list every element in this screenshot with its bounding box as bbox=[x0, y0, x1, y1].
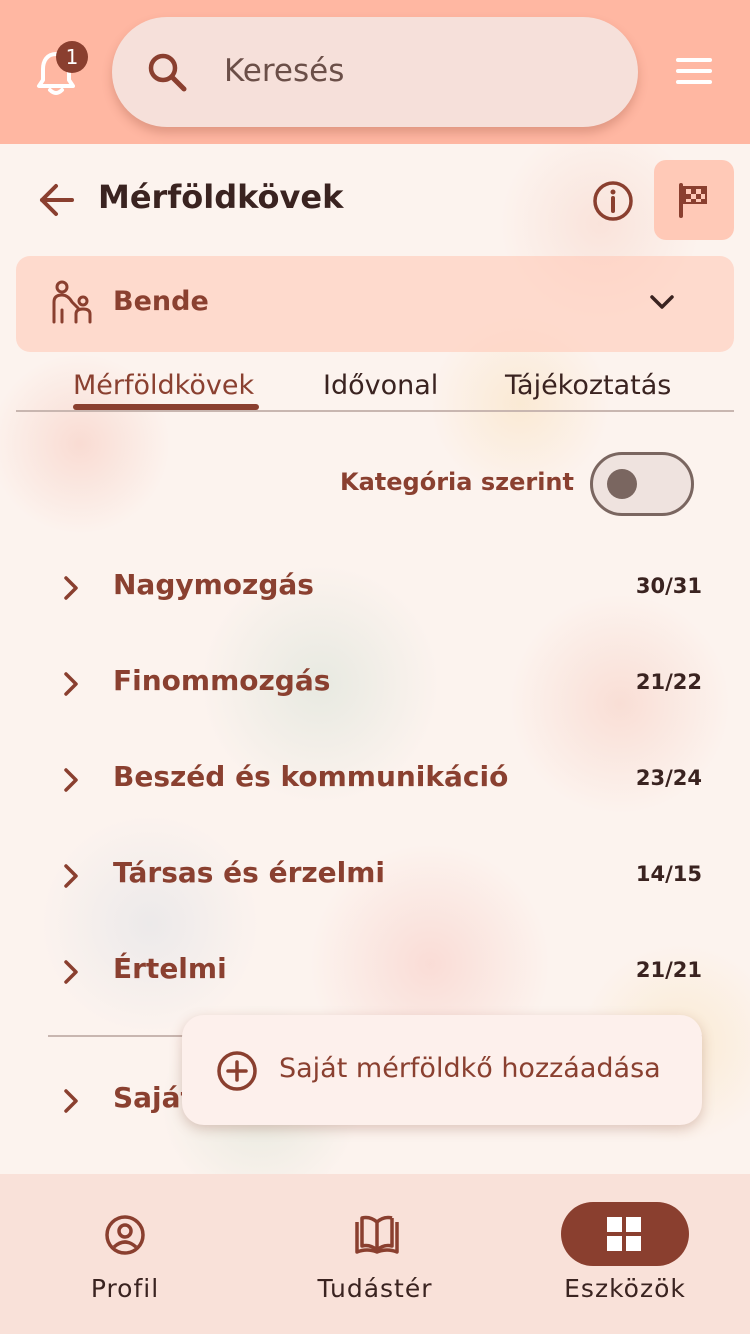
nav-tools-label: Eszközök bbox=[564, 1274, 686, 1303]
checkered-flag-icon bbox=[679, 183, 707, 218]
search-icon bbox=[148, 53, 187, 92]
book-icon bbox=[355, 1215, 399, 1254]
tab-timeline[interactable]: Idővonal bbox=[323, 370, 438, 401]
hamburger-menu-icon[interactable] bbox=[676, 58, 712, 86]
category-count: 21/21 bbox=[635, 958, 702, 982]
flag-button[interactable] bbox=[654, 160, 734, 240]
tab-milestones[interactable]: Mérföldkövek bbox=[73, 370, 254, 401]
add-own-milestone-button[interactable]: Saját mérföldkő hozzáadása bbox=[182, 1015, 702, 1125]
category-row-nagymozgas[interactable]: Nagymozgás 30/31 bbox=[50, 558, 704, 618]
nav-profile-label: Profil bbox=[90, 1274, 160, 1303]
child-selector-dropdown[interactable]: Bende bbox=[16, 256, 734, 352]
category-count: 21/22 bbox=[635, 670, 702, 694]
chevron-right-icon bbox=[64, 672, 78, 696]
page-title: Mérföldkövek bbox=[98, 178, 344, 216]
category-count: 30/31 bbox=[635, 574, 702, 598]
parent-child-icon bbox=[52, 280, 92, 324]
profile-icon bbox=[105, 1215, 145, 1255]
top-bar: 1 bbox=[0, 0, 750, 144]
notification-badge: 1 bbox=[56, 41, 88, 73]
category-name: Nagymozgás bbox=[113, 568, 314, 601]
category-name: Beszéd és kommunikáció bbox=[113, 760, 509, 793]
nav-tools[interactable]: Eszközök bbox=[500, 1174, 750, 1334]
add-own-milestone-label: Saját mérföldkő hozzáadása bbox=[279, 1053, 661, 1084]
bottom-navigation: Profil Tudástér Eszközök bbox=[0, 1174, 750, 1334]
nav-knowledge-label: Tudástér bbox=[317, 1274, 433, 1303]
nav-knowledge[interactable]: Tudástér bbox=[250, 1174, 500, 1334]
category-name: Társas és érzelmi bbox=[113, 856, 386, 889]
toggle-knob bbox=[607, 469, 637, 499]
nav-profile[interactable]: Profil bbox=[0, 1174, 250, 1334]
info-icon[interactable] bbox=[592, 180, 634, 222]
category-name: Értelmi bbox=[113, 952, 227, 985]
category-row-beszed[interactable]: Beszéd és kommunikáció 23/24 bbox=[50, 750, 704, 810]
category-count: 23/24 bbox=[635, 766, 702, 790]
category-count: 14/15 bbox=[635, 862, 702, 886]
category-toggle-label: Kategória szerint bbox=[340, 468, 574, 496]
tab-bar: Mérföldkövek Idővonal Tájékoztatás bbox=[16, 356, 734, 412]
category-toggle[interactable] bbox=[590, 452, 694, 516]
tab-information[interactable]: Tájékoztatás bbox=[505, 370, 671, 401]
chevron-right-icon bbox=[64, 960, 78, 984]
grid-icon bbox=[607, 1217, 641, 1251]
active-tab-indicator bbox=[73, 404, 259, 410]
chevron-right-icon bbox=[64, 768, 78, 792]
chevron-right-icon bbox=[64, 1089, 78, 1113]
child-name: Bende bbox=[113, 286, 209, 317]
add-circle-icon bbox=[217, 1051, 257, 1091]
search-input[interactable] bbox=[224, 43, 604, 99]
chevron-right-icon bbox=[64, 576, 78, 600]
back-arrow-icon[interactable] bbox=[36, 180, 76, 220]
search-bar[interactable] bbox=[112, 17, 638, 127]
category-row-finommozgas[interactable]: Finommozgás 21/22 bbox=[50, 654, 704, 714]
chevron-down-icon bbox=[650, 295, 674, 309]
chevron-right-icon bbox=[64, 864, 78, 888]
category-row-tarsas[interactable]: Társas és érzelmi 14/15 bbox=[50, 846, 704, 906]
category-row-ertelmi[interactable]: Értelmi 21/21 bbox=[50, 942, 704, 1002]
category-name: Finommozgás bbox=[113, 664, 331, 697]
